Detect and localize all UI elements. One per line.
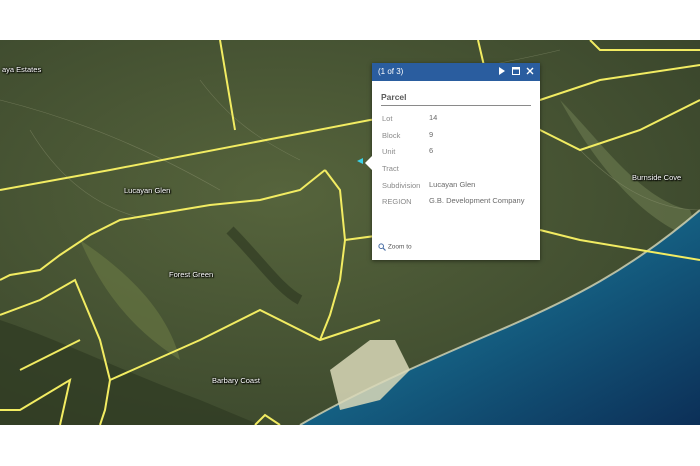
place-label-estates: aya Estates xyxy=(2,65,42,74)
place-label-burnside-cove: Burnside Cove xyxy=(632,173,682,182)
maximize-icon[interactable] xyxy=(510,66,522,78)
close-icon[interactable] xyxy=(524,66,536,78)
magnifier-icon xyxy=(378,243,386,251)
zoom-to-link[interactable]: Zoom to xyxy=(378,243,412,251)
parcel-popup: (1 of 3) Parcel Lot 14 Block 9 Unit 6 Tr… xyxy=(365,63,540,260)
place-label-lucayan-glen: Lucayan Glen xyxy=(124,186,171,195)
place-label-barbary-coast: Barbary Coast xyxy=(212,376,260,385)
place-label-forest-green: Forest Green xyxy=(169,270,214,279)
satellite-map[interactable]: aya Estates Lucayan Glen Forest Green Ba… xyxy=(0,40,700,425)
popup-titlebar: (1 of 3) xyxy=(372,63,540,81)
field-value-region: G.B. Development Company xyxy=(429,196,525,205)
popup-pointer xyxy=(365,156,372,170)
play-icon[interactable] xyxy=(496,66,508,78)
field-label-block: Block xyxy=(382,131,401,140)
popup-heading: Parcel xyxy=(381,92,407,102)
location-marker-icon[interactable] xyxy=(357,158,363,164)
field-label-unit: Unit xyxy=(382,147,396,156)
popup-title: (1 of 3) xyxy=(378,67,404,76)
field-value-unit: 6 xyxy=(429,146,434,155)
map-imagery xyxy=(0,40,700,425)
field-label-tract: Tract xyxy=(382,164,399,173)
field-value-subdivision: Lucayan Glen xyxy=(429,180,476,189)
field-value-block: 9 xyxy=(429,130,434,139)
field-label-lot: Lot xyxy=(382,114,393,123)
field-label-region: REGION xyxy=(382,197,412,206)
field-value-lot: 14 xyxy=(429,113,438,122)
zoom-to-label: Zoom to xyxy=(387,243,412,251)
field-label-subdivision: Subdivision xyxy=(382,181,421,190)
popup-divider xyxy=(381,105,531,106)
